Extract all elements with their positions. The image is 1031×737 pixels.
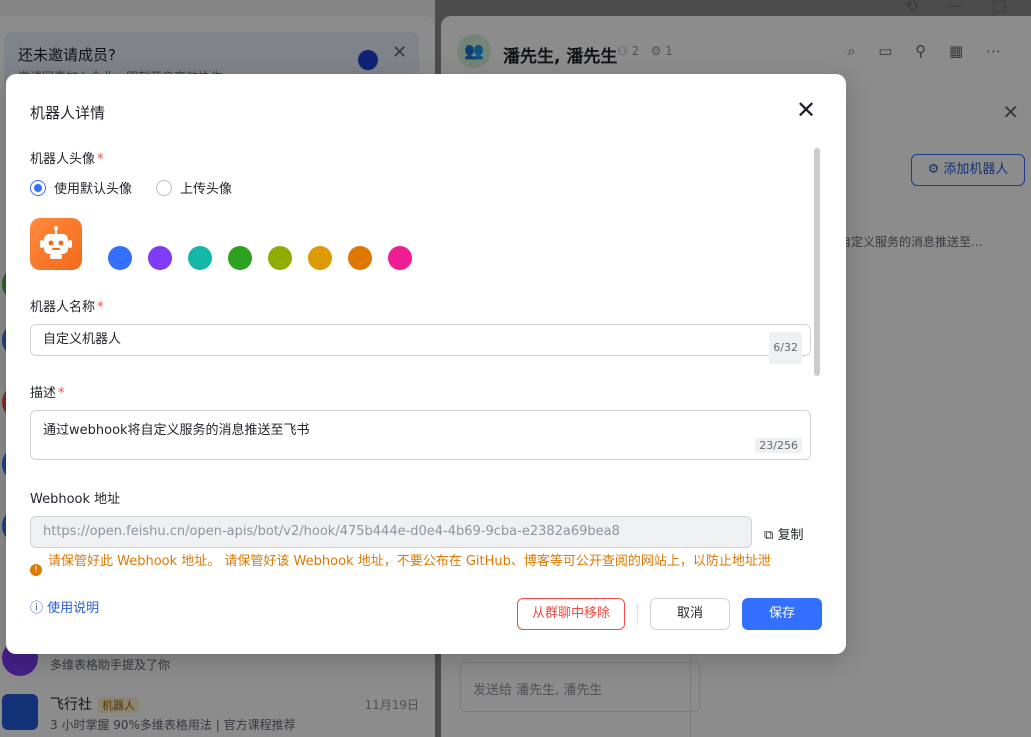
bot-details-dialog: 机器人详情 ✕ 机器人头像 * 使用默认头像 上传头像 机器人名称 * 自定义机器人… <box>6 74 846 654</box>
cancel-button[interactable]: 取消 <box>650 598 730 630</box>
radio-button[interactable] <box>156 179 173 196</box>
char-counter: 23/256 <box>755 438 802 453</box>
avatar-color-swatch[interactable] <box>108 246 132 270</box>
avatar-color-swatch[interactable] <box>388 246 412 270</box>
copy-icon: ⧉ <box>764 528 774 543</box>
avatar-label-text: 机器人头像 <box>30 152 96 167</box>
radio-upload-avatar[interactable]: 上传头像 <box>156 178 232 197</box>
copy-label: 复制 <box>777 528 804 543</box>
description-label: 描述 * <box>30 382 65 401</box>
avatar-label: 机器人头像 * <box>30 148 104 167</box>
divider <box>637 604 638 624</box>
bot-name-input[interactable]: 自定义机器人 6/32 <box>30 324 811 364</box>
help-label: 使用说明 <box>47 601 100 616</box>
scrollbar[interactable] <box>814 148 820 376</box>
char-counter: 6/32 <box>769 332 802 364</box>
save-button[interactable]: 保存 <box>742 598 822 630</box>
bot-avatar <box>30 218 82 270</box>
webhook-url-value: https://open.feishu.cn/open-apis/bot/v2/… <box>43 524 620 539</box>
avatar-color-swatch[interactable] <box>348 246 372 270</box>
radio-default-avatar[interactable]: 使用默认头像 <box>30 178 132 197</box>
copy-button[interactable]: ⧉ 复制 <box>764 524 803 543</box>
radio-button[interactable] <box>30 179 46 196</box>
avatar-color-swatch[interactable] <box>308 246 332 270</box>
avatar-color-swatch[interactable] <box>268 246 292 270</box>
webhook-url-field[interactable]: https://open.feishu.cn/open-apis/bot/v2/… <box>30 516 752 548</box>
remove-from-group-button[interactable]: 从群聊中移除 <box>517 598 625 630</box>
avatar-options: 使用默认头像 上传头像 <box>30 178 256 197</box>
name-label-text: 机器人名称 <box>30 300 96 315</box>
webhook-warning: 请保管好此 Webhook 地址。 请保管好该 Webhook 地址，不要公布在… <box>30 550 810 570</box>
warning-icon: ! <box>30 564 42 576</box>
dialog-title: 机器人详情 <box>30 104 106 122</box>
robot-icon <box>40 226 72 259</box>
required-mark: * <box>58 386 65 401</box>
radio-label: 上传头像 <box>180 182 233 197</box>
radio-label: 使用默认头像 <box>54 182 133 197</box>
name-label: 机器人名称 * <box>30 296 104 315</box>
avatar-color-swatch[interactable] <box>228 246 252 270</box>
description-value: 通过webhook将自定义服务的消息推送至飞书 <box>43 423 310 438</box>
avatar-color-swatch[interactable] <box>148 246 172 270</box>
required-mark: * <box>97 152 104 167</box>
avatar-color-swatch[interactable] <box>188 246 212 270</box>
required-mark: * <box>97 300 104 315</box>
description-label-text: 描述 <box>30 386 57 401</box>
close-icon[interactable]: ✕ <box>796 98 816 122</box>
webhook-label: Webhook 地址 <box>30 492 121 507</box>
help-link[interactable]: ⓘ 使用说明 <box>30 597 99 616</box>
warning-text: 请保管好此 Webhook 地址。 请保管好该 Webhook 地址，不要公布在… <box>48 554 771 569</box>
bot-name-value: 自定义机器人 <box>43 332 122 347</box>
description-textarea[interactable]: 通过webhook将自定义服务的消息推送至飞书 23/256 <box>30 410 811 460</box>
help-icon: ⓘ <box>30 601 44 616</box>
